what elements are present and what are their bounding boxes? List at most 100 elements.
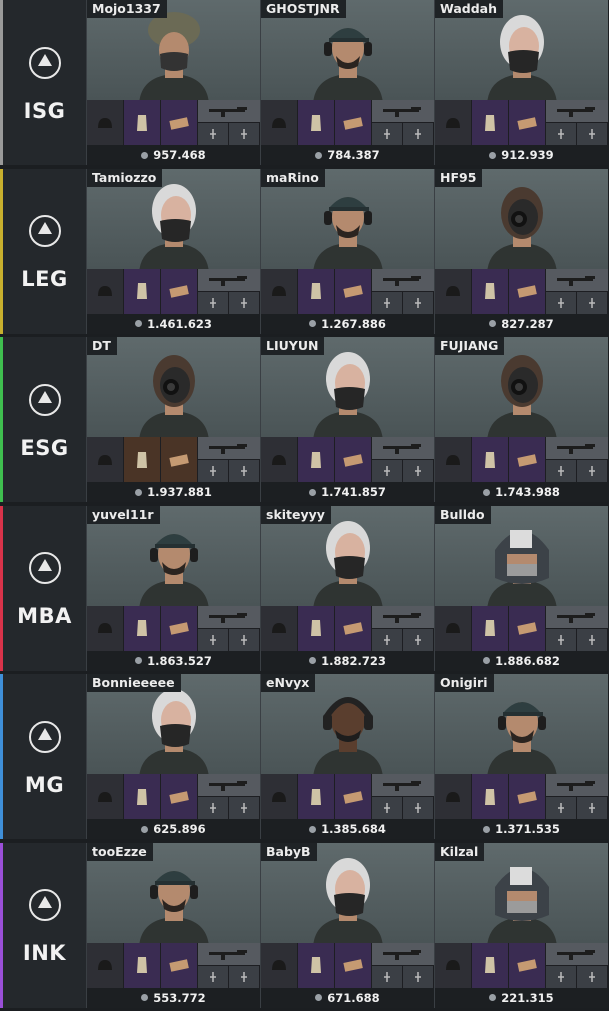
team-logo-icon xyxy=(25,548,65,588)
player-card[interactable]: Mojo1337 957.468 xyxy=(86,0,260,165)
coin-icon xyxy=(135,657,143,664)
operator-avatar xyxy=(303,4,393,100)
player-name: FUJIANG xyxy=(435,337,505,355)
player-card[interactable]: BabyB 671.688 xyxy=(260,842,434,1008)
backpack-icon xyxy=(509,437,546,482)
player-card[interactable]: yuvel11r 1.863.527 xyxy=(86,505,260,671)
helmet-icon xyxy=(435,942,472,988)
player-name: eNvyx xyxy=(261,674,316,692)
vest-icon xyxy=(124,942,161,988)
operator-avatar xyxy=(303,847,393,943)
backpack-icon xyxy=(509,100,546,145)
operator-avatar xyxy=(303,678,393,774)
rifle-icon xyxy=(198,100,260,123)
rifle-icon xyxy=(198,605,260,629)
player-card[interactable]: Waddah 912.939 xyxy=(434,0,608,165)
attachment-icon xyxy=(198,291,229,314)
player-card[interactable]: eNvyx 1.385.684 xyxy=(260,674,434,839)
attachment-icon xyxy=(198,123,229,145)
helmet-icon xyxy=(87,605,124,651)
weapon-slot xyxy=(372,774,434,819)
player-score: 957.468 xyxy=(153,148,206,162)
player-score: 1.461.623 xyxy=(147,316,212,331)
vest-icon xyxy=(124,605,161,651)
helmet-icon xyxy=(435,437,472,482)
team-logo-icon xyxy=(25,885,65,925)
helmet-icon xyxy=(261,437,298,482)
loadout-bar xyxy=(261,268,434,314)
player-card[interactable]: Onigiri 1.371.535 xyxy=(434,674,608,839)
player-card[interactable]: maRino 1.267.886 xyxy=(260,168,434,334)
player-name: LIUYUN xyxy=(261,337,325,355)
weapon-slot xyxy=(372,605,434,651)
backpack-icon xyxy=(161,942,198,988)
coin-icon xyxy=(135,488,143,496)
team-tag: MG xyxy=(24,772,65,797)
backpack-icon xyxy=(161,268,198,314)
attachment-icon xyxy=(403,123,434,145)
rifle-icon xyxy=(546,942,608,966)
team-tag: LEG xyxy=(21,267,68,291)
player-score: 1.385.684 xyxy=(321,822,386,836)
backpack-icon xyxy=(335,774,372,819)
player-card[interactable]: LIUYUN 1.741.857 xyxy=(260,337,434,502)
rifle-icon xyxy=(372,268,434,292)
player-card[interactable]: skiteyyy 1.882.723 xyxy=(260,505,434,671)
team-panel: MBA xyxy=(0,505,86,671)
player-card[interactable]: FUJIANG 1.743.988 xyxy=(434,337,608,502)
team-row: ISG Mojo1337 957.468 GHOSTJNR 784.387 Waddah 9… xyxy=(0,0,609,165)
backpack-icon xyxy=(161,100,198,145)
operator-avatar xyxy=(129,678,219,774)
attachment-icon xyxy=(229,460,260,482)
operator-avatar xyxy=(477,510,567,606)
weapon-slot xyxy=(198,774,260,819)
coin-icon xyxy=(309,657,317,664)
operator-avatar xyxy=(303,173,393,269)
attachment-icon xyxy=(372,123,403,145)
score-bar: 1.743.988 xyxy=(435,482,608,502)
player-name: skiteyyy xyxy=(261,505,331,524)
player-card[interactable]: Kilzal 221.315 xyxy=(434,842,608,1008)
team-tag: ISG xyxy=(23,98,66,123)
attachment-icon xyxy=(198,965,229,988)
score-bar: 625.896 xyxy=(87,819,260,839)
player-card[interactable]: DT 1.937.881 xyxy=(86,337,260,502)
player-card[interactable]: GHOSTJNR 784.387 xyxy=(260,0,434,165)
score-bar: 1.267.886 xyxy=(261,313,434,334)
player-card[interactable]: HF95 827.287 xyxy=(434,168,608,334)
score-bar: 1.371.535 xyxy=(435,819,608,839)
vest-icon xyxy=(472,437,509,482)
attachment-icon xyxy=(546,965,577,988)
player-card[interactable]: Tamiozzo 1.461.623 xyxy=(86,168,260,334)
loadout-bar xyxy=(435,774,608,819)
loadout-bar xyxy=(435,605,608,651)
helmet-icon xyxy=(261,100,298,145)
weapon-slot xyxy=(372,942,434,988)
helmet-icon xyxy=(261,268,298,314)
operator-avatar xyxy=(129,510,219,606)
score-bar: 912.939 xyxy=(435,145,608,165)
player-name: Mojo1337 xyxy=(87,0,167,18)
player-score: 221.315 xyxy=(501,990,554,1005)
team-row: INK tooEzze 553.772 BabyB 671.688 Kilzal 221.3… xyxy=(0,842,609,1008)
coin-icon xyxy=(309,320,317,327)
backpack-icon xyxy=(509,268,546,314)
attachment-icon xyxy=(546,291,577,314)
weapon-slot xyxy=(372,100,434,145)
player-card[interactable]: Bonnieeeee 625.896 xyxy=(86,674,260,839)
player-score: 553.772 xyxy=(153,990,206,1005)
player-card[interactable]: Bulldo 1.886.682 xyxy=(434,505,608,671)
rifle-icon xyxy=(546,100,608,123)
player-score: 912.939 xyxy=(501,148,554,162)
coin-icon xyxy=(489,151,497,159)
coin-icon xyxy=(309,488,317,496)
player-card[interactable]: tooEzze 553.772 xyxy=(86,842,260,1008)
weapon-slot xyxy=(546,605,608,651)
score-bar: 221.315 xyxy=(435,987,608,1008)
operator-avatar xyxy=(477,341,567,437)
weapon-slot xyxy=(546,268,608,314)
attachment-icon xyxy=(577,797,608,819)
rifle-icon xyxy=(372,942,434,966)
helmet-icon xyxy=(87,942,124,988)
loadout-bar xyxy=(261,774,434,819)
